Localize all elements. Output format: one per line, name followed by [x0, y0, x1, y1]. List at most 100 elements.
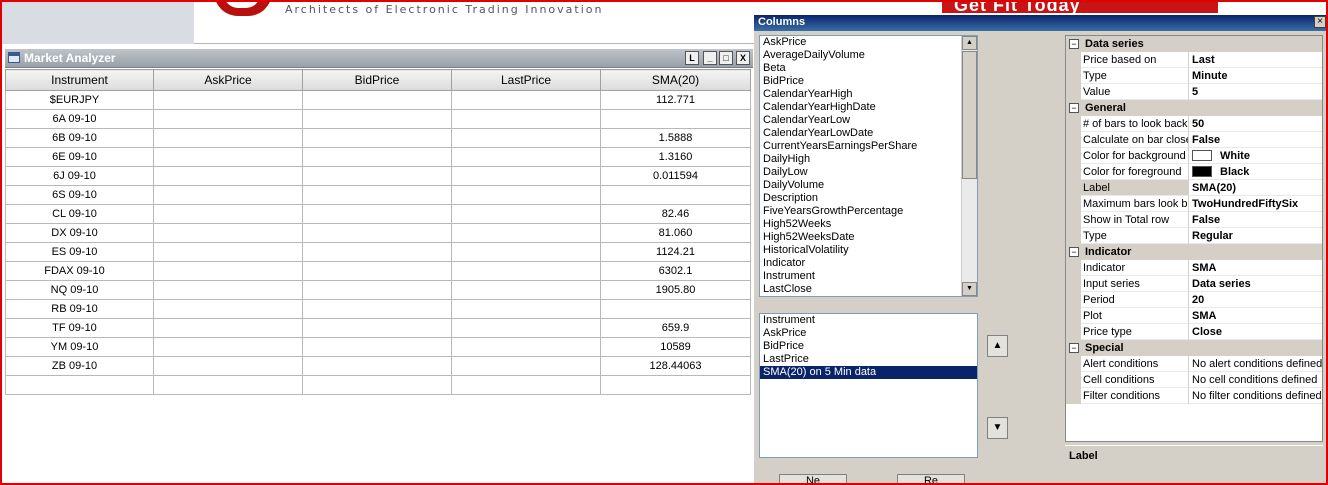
cell-instrument[interactable]: NQ 09-10 [5, 280, 154, 300]
collapse-icon[interactable]: − [1069, 343, 1079, 353]
minimize-button[interactable]: _ [703, 51, 717, 65]
property-row[interactable]: Price based on Last [1066, 52, 1322, 68]
cell-instrument[interactable] [5, 375, 154, 395]
remove-button[interactable]: Re [897, 474, 965, 483]
column-header-askprice[interactable]: AskPrice [153, 69, 303, 91]
selected-column-item[interactable]: AskPrice [760, 327, 977, 340]
column-header-instrument[interactable]: Instrument [5, 69, 154, 91]
cell-askprice[interactable] [153, 223, 303, 243]
column-header-bidprice[interactable]: BidPrice [302, 69, 452, 91]
table-row[interactable]: $EURJPY 112.771 [5, 90, 751, 110]
cell-instrument[interactable]: 6S 09-10 [5, 185, 154, 205]
cell-lastprice[interactable] [451, 166, 601, 186]
cell-sma[interactable]: 1905.80 [600, 280, 751, 300]
cell-lastprice[interactable] [451, 242, 601, 262]
cell-sma[interactable]: 82.46 [600, 204, 751, 224]
property-row[interactable]: Alert conditions No alert conditions defi… [1066, 356, 1322, 372]
cell-askprice[interactable] [153, 318, 303, 338]
property-value[interactable]: No cell conditions defined [1189, 372, 1322, 388]
cell-lastprice[interactable] [451, 147, 601, 167]
cell-lastprice[interactable] [451, 223, 601, 243]
column-header-sma[interactable]: SMA(20) [600, 69, 751, 91]
cell-lastprice[interactable] [451, 299, 601, 319]
cell-sma[interactable] [600, 375, 751, 395]
property-row[interactable]: Type Minute [1066, 68, 1322, 84]
list-item[interactable]: High52Weeks [760, 218, 977, 231]
list-item[interactable]: Indicator [760, 257, 977, 270]
property-row[interactable]: Color for foreground Black [1066, 164, 1322, 180]
property-grid[interactable]: − Data series Price based on Last Type Minute… [1065, 35, 1323, 442]
selected-columns-list[interactable]: Instrument AskPrice BidPrice LastPrice SMA(2… [759, 313, 978, 458]
cell-askprice[interactable] [153, 166, 303, 186]
cell-lastprice[interactable] [451, 356, 601, 376]
property-category-indicator[interactable]: − Indicator [1066, 244, 1322, 260]
property-value[interactable]: No filter conditions defined [1189, 388, 1322, 404]
list-item[interactable]: CalendarYearLowDate [760, 127, 977, 140]
cell-instrument[interactable]: $EURJPY [5, 90, 154, 110]
property-row[interactable]: Type Regular [1066, 228, 1322, 244]
table-row[interactable]: FDAX 09-10 6302.1 [5, 261, 751, 281]
table-row[interactable]: 6J 09-10 0.011594 [5, 166, 751, 186]
table-row[interactable]: 6S 09-10 [5, 185, 751, 205]
cell-askprice[interactable] [153, 204, 303, 224]
table-row[interactable]: TF 09-10 659.9 [5, 318, 751, 338]
property-value[interactable]: 5 [1189, 84, 1322, 100]
table-row[interactable]: ZB 09-10 128.44063 [5, 356, 751, 376]
cell-bidprice[interactable] [302, 261, 452, 281]
cell-instrument[interactable]: ES 09-10 [5, 242, 154, 262]
collapse-icon[interactable]: − [1069, 39, 1079, 49]
cell-lastprice[interactable] [451, 128, 601, 148]
list-item[interactable]: CalendarYearLow [760, 114, 977, 127]
cell-bidprice[interactable] [302, 166, 452, 186]
list-item[interactable]: LastClose [760, 283, 977, 296]
cell-bidprice[interactable] [302, 318, 452, 338]
list-item[interactable]: DailyHigh [760, 153, 977, 166]
market-analyzer-titlebar[interactable]: Market Analyzer L _ □ X [5, 49, 753, 68]
list-item[interactable]: High52WeeksDate [760, 231, 977, 244]
selected-column-item[interactable]: SMA(20) on 5 Min data [760, 366, 977, 379]
cell-sma[interactable]: 128.44063 [600, 356, 751, 376]
close-button[interactable]: X [736, 51, 750, 65]
dialog-close-button[interactable]: × [1314, 16, 1326, 28]
move-down-button[interactable]: ▼ [987, 417, 1008, 439]
cell-askprice[interactable] [153, 109, 303, 129]
cell-instrument[interactable]: TF 09-10 [5, 318, 154, 338]
cell-bidprice[interactable] [302, 109, 452, 129]
cell-askprice[interactable] [153, 242, 303, 262]
list-item[interactable]: Beta [760, 62, 977, 75]
list-item[interactable]: DailyVolume [760, 179, 977, 192]
property-row[interactable]: Show in Total row False [1066, 212, 1322, 228]
list-item[interactable]: CalendarYearHighDate [760, 101, 977, 114]
list-item[interactable]: Instrument [760, 270, 977, 283]
cell-bidprice[interactable] [302, 356, 452, 376]
property-value[interactable]: White [1189, 148, 1322, 164]
property-row[interactable]: Maximum bars look backTwoHundredFiftySix [1066, 196, 1322, 212]
property-value[interactable]: 20 [1189, 292, 1322, 308]
collapse-icon[interactable]: − [1069, 103, 1079, 113]
property-value[interactable]: Minute [1189, 68, 1322, 84]
cell-sma[interactable]: 0.011594 [600, 166, 751, 186]
cell-askprice[interactable] [153, 356, 303, 376]
cell-lastprice[interactable] [451, 109, 601, 129]
table-row[interactable]: CL 09-10 82.46 [5, 204, 751, 224]
selected-column-item[interactable]: BidPrice [760, 340, 977, 353]
list-item[interactable]: CalendarYearHigh [760, 88, 977, 101]
list-item[interactable]: HistoricalVolatility [760, 244, 977, 257]
property-category-special[interactable]: − Special [1066, 340, 1322, 356]
property-value[interactable]: False [1189, 132, 1322, 148]
cell-bidprice[interactable] [302, 90, 452, 110]
cell-instrument[interactable]: 6J 09-10 [5, 166, 154, 186]
list-item[interactable]: AverageDailyVolume [760, 49, 977, 62]
property-value[interactable]: Regular [1189, 228, 1322, 244]
cell-askprice[interactable] [153, 147, 303, 167]
list-item[interactable]: AskPrice [760, 36, 977, 49]
table-row[interactable]: NQ 09-10 1905.80 [5, 280, 751, 300]
cell-sma[interactable]: 659.9 [600, 318, 751, 338]
property-row[interactable]: Value 5 [1066, 84, 1322, 100]
cell-bidprice[interactable] [302, 337, 452, 357]
cell-askprice[interactable] [153, 90, 303, 110]
list-item[interactable]: FiveYearsGrowthPercentage [760, 205, 977, 218]
property-value[interactable]: No alert conditions defined [1189, 356, 1322, 372]
cell-instrument[interactable]: YM 09-10 [5, 337, 154, 357]
table-row[interactable]: RB 09-10 [5, 299, 751, 319]
